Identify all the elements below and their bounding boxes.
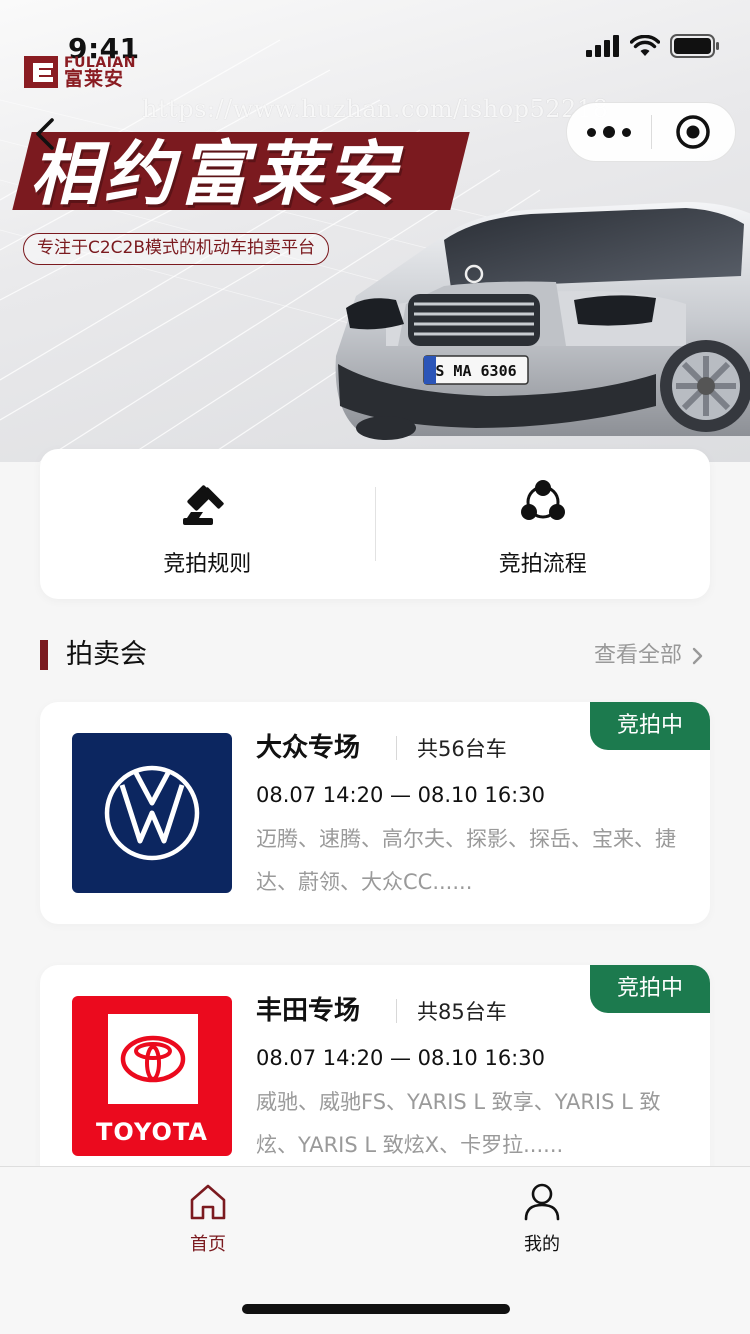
- wifi-icon: [630, 35, 660, 56]
- toyota-logo-box: [108, 1014, 198, 1104]
- vw-logo-icon: [104, 765, 200, 861]
- entry-card: 竞拍规则 竞拍流程: [40, 449, 710, 599]
- toyota-emblem-icon: [120, 1035, 186, 1083]
- toyota-logo-text: TOYOTA: [96, 1118, 208, 1146]
- auction-car-count: 共56台车: [417, 737, 507, 761]
- auction-time: 08.07 14:20 — 08.10 16:30: [256, 783, 545, 807]
- section-accent-bar: [40, 640, 48, 670]
- auction-rules-entry[interactable]: 竞拍规则: [40, 449, 375, 599]
- battery-icon: [670, 34, 719, 58]
- car-image: S MA 6306: [335, 202, 750, 440]
- close-program-button[interactable]: [652, 103, 736, 161]
- gavel-icon: [183, 485, 224, 525]
- auction-card-vw[interactable]: 竞拍中 大众专场 共56台车 08.07 14:20 — 08.10 16:30…: [40, 702, 710, 924]
- brand-logo-mark: [24, 56, 58, 88]
- more-button[interactable]: [567, 103, 651, 161]
- section-title: 拍卖会: [66, 639, 147, 670]
- status-badge: 竞拍中: [590, 965, 710, 1013]
- user-icon: [524, 1183, 560, 1221]
- hero-banner: 9:41 FULAIAN 富莱安 相约富莱安 https://www.huzha…: [0, 0, 750, 462]
- target-circle-icon: [676, 115, 710, 149]
- tab-mine[interactable]: 我的: [482, 1181, 602, 1257]
- process-cycle-icon: [520, 480, 565, 520]
- mini-program-capsule: [566, 102, 736, 162]
- vw-logo: [72, 733, 232, 893]
- title-separator: [396, 999, 397, 1023]
- watermark-url: https://www.huzhan.com/ishop52218: [142, 95, 609, 123]
- auction-time: 08.07 14:20 — 08.10 16:30: [256, 1046, 545, 1070]
- auction-rules-label: 竞拍规则: [163, 552, 252, 577]
- status-badge: 竞拍中: [590, 702, 710, 750]
- auction-title: 丰田专场: [256, 996, 361, 1026]
- auction-car-count: 共85台车: [417, 1000, 507, 1024]
- hero-tagline: 专注于C2C2B模式的机动车拍卖平台: [23, 233, 330, 265]
- view-all-link[interactable]: 查看全部: [594, 638, 704, 674]
- auction-models: 迈腾、速腾、高尔夫、探影、探岳、宝来、捷达、蔚领、大众CC......: [256, 827, 676, 894]
- tab-home-label: 首页: [190, 1234, 226, 1255]
- brand-logo-cn: 富莱安: [64, 67, 125, 90]
- signal-icon: [586, 35, 619, 57]
- tab-mine-label: 我的: [524, 1234, 560, 1255]
- license-plate: S MA 6306: [435, 362, 516, 380]
- home-indicator: [242, 1304, 510, 1314]
- auction-models: 威驰、威驰FS、YARIS L 致享、YARIS L 致炫、YARIS L 致炫…: [256, 1090, 661, 1157]
- status-icons: [586, 34, 720, 58]
- auction-process-label: 竞拍流程: [498, 552, 587, 577]
- toyota-logo: TOYOTA: [72, 996, 232, 1156]
- view-all-label: 查看全部: [593, 643, 682, 668]
- auction-title: 大众专场: [256, 733, 361, 763]
- tab-home[interactable]: 首页: [148, 1181, 268, 1257]
- auction-section-header: 拍卖会 查看全部: [40, 636, 710, 676]
- home-icon: [190, 1184, 226, 1220]
- more-dots-icon-center: [602, 126, 615, 138]
- auction-card-toyota[interactable]: TOYOTA 竞拍中 丰田专场 共85台车 08.07 14:20 — 08.1…: [40, 965, 710, 1187]
- more-dots-icon-right: [621, 127, 631, 137]
- auction-process-entry[interactable]: 竞拍流程: [376, 449, 711, 599]
- more-dots-icon: [586, 127, 596, 137]
- title-separator: [396, 736, 397, 760]
- back-arrow-icon[interactable]: [30, 114, 64, 154]
- chevron-right-icon: [692, 647, 703, 665]
- brand-logo: FULAIAN 富莱安: [24, 54, 136, 90]
